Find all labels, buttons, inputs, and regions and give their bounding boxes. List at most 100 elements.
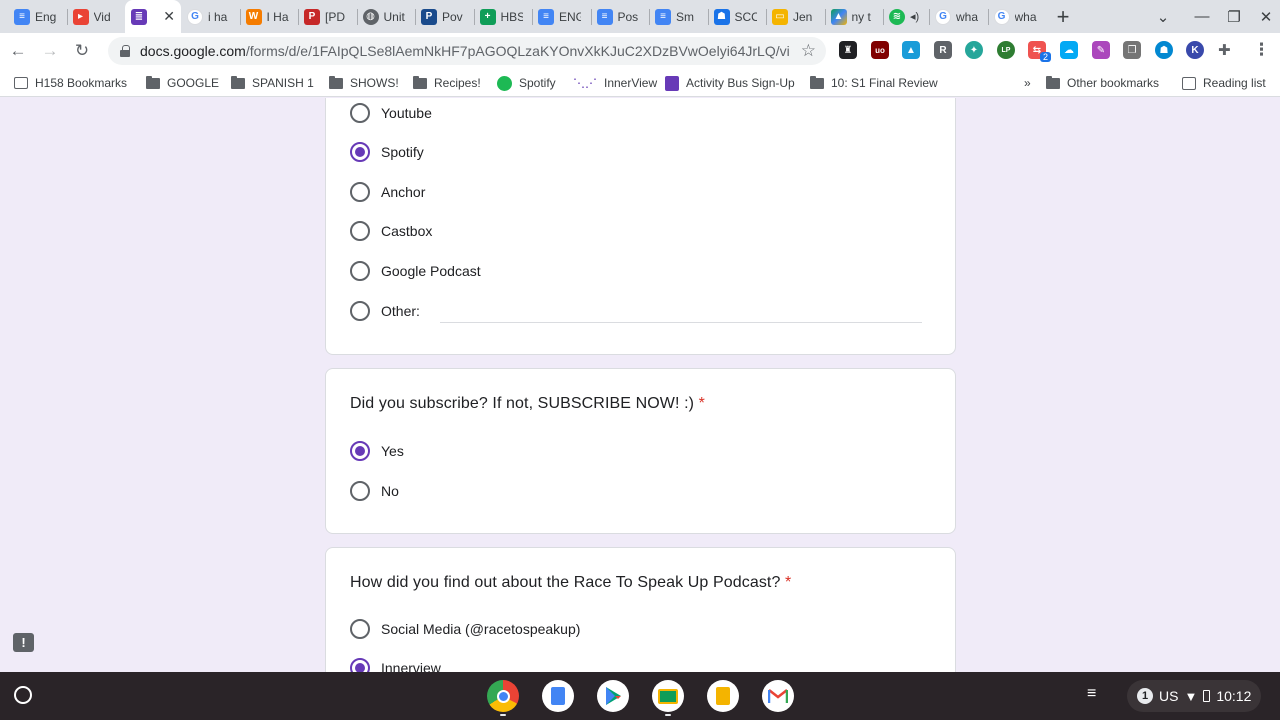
bookmark-item[interactable]: Recipes! xyxy=(413,69,481,97)
tab[interactable]: P Pov xyxy=(415,0,474,33)
tab-active[interactable]: ≣ ✕ xyxy=(125,0,181,33)
tab[interactable]: ▭ Jen xyxy=(766,0,825,33)
other-bookmarks[interactable]: Other bookmarks xyxy=(1046,69,1159,97)
option-label: Other: xyxy=(381,303,420,319)
tab[interactable]: + HBS xyxy=(473,0,533,33)
radio-option[interactable]: Castbox xyxy=(350,220,432,242)
r-icon[interactable]: R xyxy=(934,41,952,59)
close-tab-icon[interactable]: ✕ xyxy=(163,8,175,25)
option-label: No xyxy=(381,483,399,499)
bookmark-star-icon[interactable]: ☆ xyxy=(801,41,816,61)
option-label: Social Media (@racetospeakup) xyxy=(381,621,581,637)
tab[interactable]: ≡ Sm xyxy=(649,0,708,33)
audio-playing-icon[interactable]: ◂) xyxy=(910,10,919,23)
radio-option[interactable]: Yes xyxy=(350,440,404,462)
question-text: Did you subscribe? If not, SUBSCRIBE NOW… xyxy=(350,395,695,412)
radio-option[interactable]: Anchor xyxy=(350,181,425,203)
ghost-icon[interactable]: ♜ xyxy=(839,41,857,59)
bookmark-label: SHOWS! xyxy=(350,76,399,90)
radio-option[interactable]: Spotify xyxy=(350,141,424,163)
new-tab-button[interactable]: + xyxy=(1046,0,1080,33)
extension-badge: 2 xyxy=(1040,52,1052,62)
person-icon[interactable]: ☗ xyxy=(1155,41,1173,59)
radio-button-selected[interactable] xyxy=(350,142,370,162)
feedback-icon[interactable]: ! xyxy=(13,633,34,652)
radio-button-selected[interactable] xyxy=(350,441,370,461)
tab[interactable]: G wha xyxy=(987,0,1047,33)
tab[interactable]: ◍ Unit xyxy=(356,0,416,33)
ublock-icon[interactable]: uo xyxy=(871,41,889,59)
radio-button[interactable] xyxy=(350,619,370,639)
close-window-button[interactable]: ✕ xyxy=(1250,0,1280,33)
bookmark-label: H158 Bookmarks xyxy=(35,76,128,90)
radio-button[interactable] xyxy=(350,103,370,123)
minimize-button[interactable]: — xyxy=(1186,0,1218,33)
tab[interactable]: ≡ Eng xyxy=(8,0,67,33)
radio-option[interactable]: Google Podcast xyxy=(350,260,481,282)
address-bar[interactable]: docs.google.com/forms/d/e/1FAIpQLSe8lAem… xyxy=(108,37,826,65)
tab[interactable]: ☗ SCO xyxy=(707,0,767,33)
radio-button[interactable] xyxy=(350,481,370,501)
radio-button[interactable] xyxy=(350,221,370,241)
radio-option[interactable]: Youtube xyxy=(350,102,432,124)
puzzle-purple-icon[interactable]: ✎ xyxy=(1092,41,1110,59)
bookmark-item[interactable]: GOOGLE xyxy=(146,69,219,97)
folder-icon xyxy=(413,75,427,89)
bookmark-item[interactable]: H158 Bookmarks xyxy=(14,69,127,97)
docs-icon[interactable] xyxy=(542,680,574,712)
radio-option-other[interactable]: Other: xyxy=(350,300,420,322)
tab-search-button[interactable]: ⌄ xyxy=(1147,0,1179,33)
radio-button[interactable] xyxy=(350,261,370,281)
bookmark-item[interactable]: ⋱⋰ InnerView xyxy=(573,69,657,97)
url-text[interactable]: docs.google.com/forms/d/e/1FAIpQLSe8lAem… xyxy=(140,43,790,59)
tab[interactable]: W I Ha xyxy=(239,0,299,33)
slides-icon[interactable] xyxy=(707,680,739,712)
radio-button-selected[interactable] xyxy=(350,658,370,672)
tab[interactable]: ≡ ENG xyxy=(532,0,591,33)
tab[interactable]: ▸ Vid xyxy=(66,0,126,33)
radio-button[interactable] xyxy=(350,301,370,321)
status-tray[interactable]: 1 US ▼ 10:12 xyxy=(1127,680,1262,712)
option-label: Castbox xyxy=(381,223,433,239)
reload-button[interactable]: ↻ xyxy=(68,37,96,65)
tab[interactable]: P [PD xyxy=(298,0,357,33)
bookmark-item[interactable]: Activity Bus Sign-Up xyxy=(665,69,795,97)
radio-button[interactable] xyxy=(350,182,370,202)
k-icon[interactable]: K xyxy=(1186,41,1204,59)
tab[interactable]: ≋ ◂) xyxy=(883,0,929,33)
bookmark-item[interactable]: SPANISH 1 xyxy=(231,69,314,97)
docs-icon: ≡ xyxy=(655,8,671,25)
lock-icon[interactable] xyxy=(120,45,130,57)
radio-option[interactable]: Innerview xyxy=(350,657,441,672)
extensions-puzzle-icon[interactable]: ✚ xyxy=(1218,41,1231,59)
chrome-icon[interactable] xyxy=(487,680,519,712)
bookmarks-overflow-button[interactable]: » xyxy=(1024,69,1031,97)
copy-icon[interactable]: ❐ xyxy=(1123,41,1141,59)
bookmark-item[interactable]: Spotify xyxy=(497,69,556,97)
launcher-icon[interactable] xyxy=(14,686,32,704)
classroom-icon[interactable] xyxy=(652,680,684,712)
play-store-icon[interactable] xyxy=(597,680,629,712)
bookmark-item[interactable]: SHOWS! xyxy=(329,69,399,97)
media-controls-icon[interactable]: ≡ xyxy=(1087,685,1096,703)
radio-option[interactable]: No xyxy=(350,480,399,502)
radio-option[interactable]: Social Media (@racetospeakup) xyxy=(350,618,580,640)
gmail-icon[interactable] xyxy=(762,680,794,712)
restore-button[interactable]: ❐ xyxy=(1218,0,1250,33)
tab[interactable]: G i ha xyxy=(181,0,240,33)
other-text-input[interactable] xyxy=(440,322,922,323)
reading-list[interactable]: Reading list xyxy=(1182,69,1266,97)
lp-icon[interactable]: LP xyxy=(997,41,1015,59)
cloud-icon[interactable]: ☁ xyxy=(1060,41,1078,59)
required-mark: * xyxy=(785,574,792,591)
tab-title: Jen xyxy=(793,9,813,24)
forward-button[interactable]: → xyxy=(36,37,64,65)
compass-icon[interactable]: ✦ xyxy=(965,41,983,59)
pin-icon[interactable]: ▲ xyxy=(902,41,920,59)
tab[interactable]: ▲ ny t xyxy=(824,0,884,33)
bookmark-item[interactable]: 10: S1 Final Review xyxy=(810,69,938,97)
tab[interactable]: G wha xyxy=(929,0,988,33)
browser-menu-icon[interactable]: ⋮ xyxy=(1253,40,1270,60)
tab[interactable]: ≡ Pos xyxy=(590,0,650,33)
back-button[interactable]: ← xyxy=(4,37,32,65)
